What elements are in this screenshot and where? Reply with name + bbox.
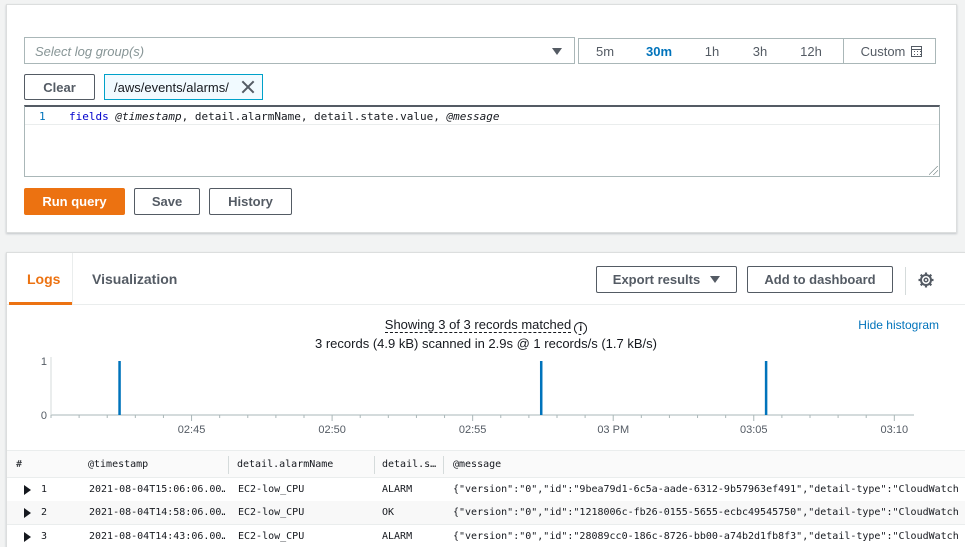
clear-button[interactable]: Clear xyxy=(24,74,95,100)
export-results-button[interactable]: Export results xyxy=(596,266,737,293)
tab-logs[interactable]: Logs xyxy=(27,271,60,287)
x-tick-label: 03:10 xyxy=(881,424,909,436)
histogram-bar xyxy=(539,361,543,415)
info-icon[interactable]: i xyxy=(574,322,588,335)
column-header-state[interactable]: detail.s… xyxy=(382,459,436,470)
tab-divider xyxy=(72,253,73,305)
table-row[interactable]: 1 2021-08-04T15:06:06.00… EC2-low_CPU AL… xyxy=(7,478,965,502)
row-message: {"version":"0","id":"28089cc0-186c-8726-… xyxy=(453,531,959,542)
custom-range-button[interactable]: Custom xyxy=(843,39,931,63)
query-panel: Select log group(s) 5m 30m 1h 3h 12h Cus… xyxy=(6,4,957,233)
results-panel: Logs Visualization Export results Add to… xyxy=(6,252,965,547)
resize-handle-icon[interactable] xyxy=(929,166,938,175)
time-range-12h[interactable]: 12h xyxy=(783,39,839,63)
time-range-3h[interactable]: 3h xyxy=(737,39,783,63)
y-tick-label: 0 xyxy=(41,410,47,422)
log-group-select[interactable]: Select log group(s) xyxy=(24,37,575,64)
column-divider[interactable] xyxy=(228,456,229,474)
column-divider[interactable] xyxy=(374,456,375,474)
y-tick-label: 1 xyxy=(41,356,47,368)
row-message: {"version":"0","id":"9bea79d1-6c5a-aade-… xyxy=(453,484,959,495)
gear-icon[interactable] xyxy=(918,272,934,288)
column-header-index: # xyxy=(16,459,23,470)
time-range-1h[interactable]: 1h xyxy=(687,39,737,63)
table-row[interactable]: 3 2021-08-04T14:43:06.00… EC2-low_CPU AL… xyxy=(7,525,965,547)
row-timestamp: 2021-08-04T14:43:06.00… xyxy=(89,531,225,542)
toolbar-divider xyxy=(905,267,906,295)
row-number: 2 xyxy=(41,507,48,518)
column-header-timestamp[interactable]: @timestamp xyxy=(88,459,148,470)
x-tick-label: 02:55 xyxy=(459,424,487,436)
histogram-bar xyxy=(118,361,121,415)
expand-row-icon[interactable] xyxy=(24,508,31,518)
add-to-dashboard-button[interactable]: Add to dashboard xyxy=(747,266,893,293)
selected-log-group-label: /aws/events/alarms/ xyxy=(114,79,229,95)
query-keyword: fields xyxy=(69,110,109,123)
x-tick-label: 02:50 xyxy=(318,424,346,436)
run-query-button[interactable]: Run query xyxy=(24,188,125,215)
row-state: ALARM xyxy=(382,531,413,542)
histogram-chart: 02:45 02:50 02:55 03 PM 03:05 03:10 0 1 xyxy=(41,356,914,436)
table-row[interactable]: 2 2021-08-04T14:58:06.00… EC2-low_CPU OK… xyxy=(7,501,965,525)
row-number: 3 xyxy=(41,531,48,542)
row-state: OK xyxy=(382,507,395,518)
hide-histogram-link[interactable]: Hide histogram xyxy=(858,318,939,332)
column-header-message[interactable]: @message xyxy=(453,459,501,470)
row-timestamp: 2021-08-04T15:06:06.00… xyxy=(89,484,225,495)
query-text: fields @timestamp, detail.alarmName, det… xyxy=(69,110,500,123)
time-range-5m[interactable]: 5m xyxy=(579,39,631,63)
query-editor[interactable]: 1 fields @timestamp, detail.alarmName, d… xyxy=(24,105,940,177)
line-number: 1 xyxy=(39,110,46,123)
calendar-icon xyxy=(911,45,923,57)
records-summary: Showing 3 of 3 records matched i xyxy=(7,317,965,335)
records-matched-text: Showing 3 of 3 records matched xyxy=(384,317,572,333)
remove-log-group-icon[interactable] xyxy=(241,80,255,94)
save-button[interactable]: Save xyxy=(134,188,200,215)
caret-down-icon xyxy=(710,276,721,283)
selected-log-group-token: /aws/events/alarms/ xyxy=(104,74,263,100)
time-range-30m[interactable]: 30m xyxy=(631,39,687,63)
log-group-placeholder: Select log group(s) xyxy=(35,44,145,59)
row-alarm-name: EC2-low_CPU xyxy=(238,531,305,542)
export-results-label: Export results xyxy=(612,272,701,287)
editor-line: 1 fields @timestamp, detail.alarmName, d… xyxy=(25,107,939,125)
histogram-bar xyxy=(764,361,768,415)
row-alarm-name: EC2-low_CPU xyxy=(238,507,305,518)
caret-down-icon xyxy=(552,48,562,55)
x-tick-label: 03 PM xyxy=(597,424,629,436)
active-tab-indicator xyxy=(9,302,72,305)
row-timestamp: 2021-08-04T14:58:06.00… xyxy=(89,507,225,518)
tab-visualization[interactable]: Visualization xyxy=(92,271,177,287)
row-message: {"version":"0","id":"1218006c-fb26-0155-… xyxy=(453,507,959,518)
query-field-message: @message xyxy=(446,110,500,123)
x-tick-label: 03:05 xyxy=(740,424,768,436)
column-header-alarm-name[interactable]: detail.alarmName xyxy=(237,459,333,470)
table-header: # @timestamp detail.alarmName detail.s… … xyxy=(7,450,965,478)
column-divider[interactable] xyxy=(443,456,444,474)
query-fields: , detail.alarmName, detail.state.value, xyxy=(181,110,447,123)
x-tick-label: 02:45 xyxy=(178,424,206,436)
row-state: ALARM xyxy=(382,484,413,495)
history-button[interactable]: History xyxy=(209,188,292,215)
expand-row-icon[interactable] xyxy=(24,532,31,542)
results-tabs: Logs Visualization Export results Add to… xyxy=(7,253,965,305)
row-alarm-name: EC2-low_CPU xyxy=(238,484,305,495)
query-field-timestamp: @timestamp xyxy=(115,110,182,123)
time-range-selector: 5m 30m 1h 3h 12h Custom xyxy=(578,38,936,64)
row-number: 1 xyxy=(41,484,48,495)
custom-range-label: Custom xyxy=(860,43,906,59)
expand-row-icon[interactable] xyxy=(24,485,31,495)
